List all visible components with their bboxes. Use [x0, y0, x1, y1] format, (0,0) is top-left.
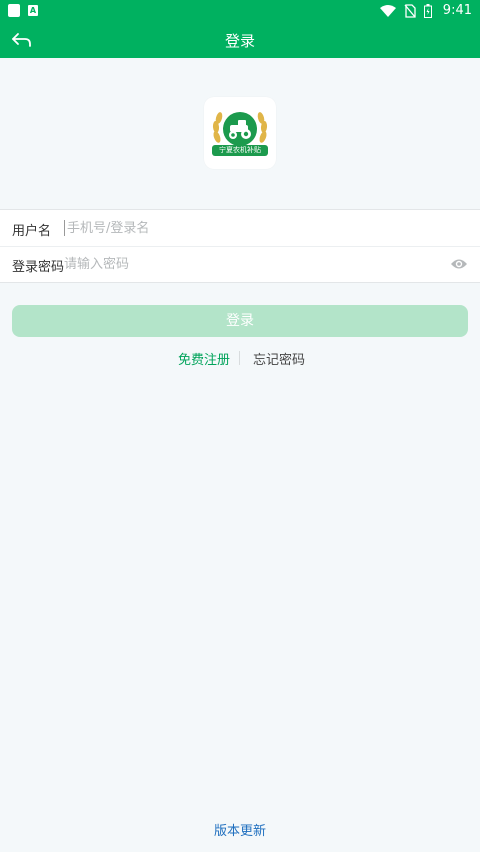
no-sim-icon — [404, 4, 416, 18]
username-label: 用户名 — [12, 224, 52, 239]
password-row: 登录密码 — [0, 246, 480, 282]
logo-text: 宁夏农机补贴 — [219, 146, 261, 154]
version-update-link[interactable]: 版本更新 — [0, 820, 480, 839]
eye-icon[interactable] — [450, 257, 468, 271]
login-button[interactable]: 登录 — [12, 305, 468, 337]
password-input[interactable] — [64, 252, 434, 276]
login-form: 用户名 登录密码 — [0, 209, 480, 283]
password-label: 登录密码 — [12, 260, 65, 275]
tractor-wheat-logo-icon — [212, 112, 268, 156]
page-title: 登录 — [224, 32, 255, 50]
username-row: 用户名 — [0, 210, 480, 247]
app-logo: 宁夏农机补贴 — [204, 97, 276, 169]
notification-icon — [8, 4, 20, 17]
username-input[interactable] — [64, 220, 437, 236]
register-link[interactable]: 免费注册 — [178, 349, 230, 368]
link-divider — [239, 351, 240, 365]
auth-links: 免费注册 忘记密码 — [0, 349, 480, 368]
battery-icon — [424, 4, 432, 18]
app-notification-icon: A — [28, 5, 38, 16]
wifi-icon — [380, 5, 396, 17]
status-time: 9:41 — [442, 3, 472, 18]
app-bar: 登录 — [0, 22, 480, 58]
forgot-password-link[interactable]: 忘记密码 — [253, 349, 305, 368]
status-icons — [380, 4, 432, 18]
status-bar: A 9:41 — [0, 0, 480, 22]
